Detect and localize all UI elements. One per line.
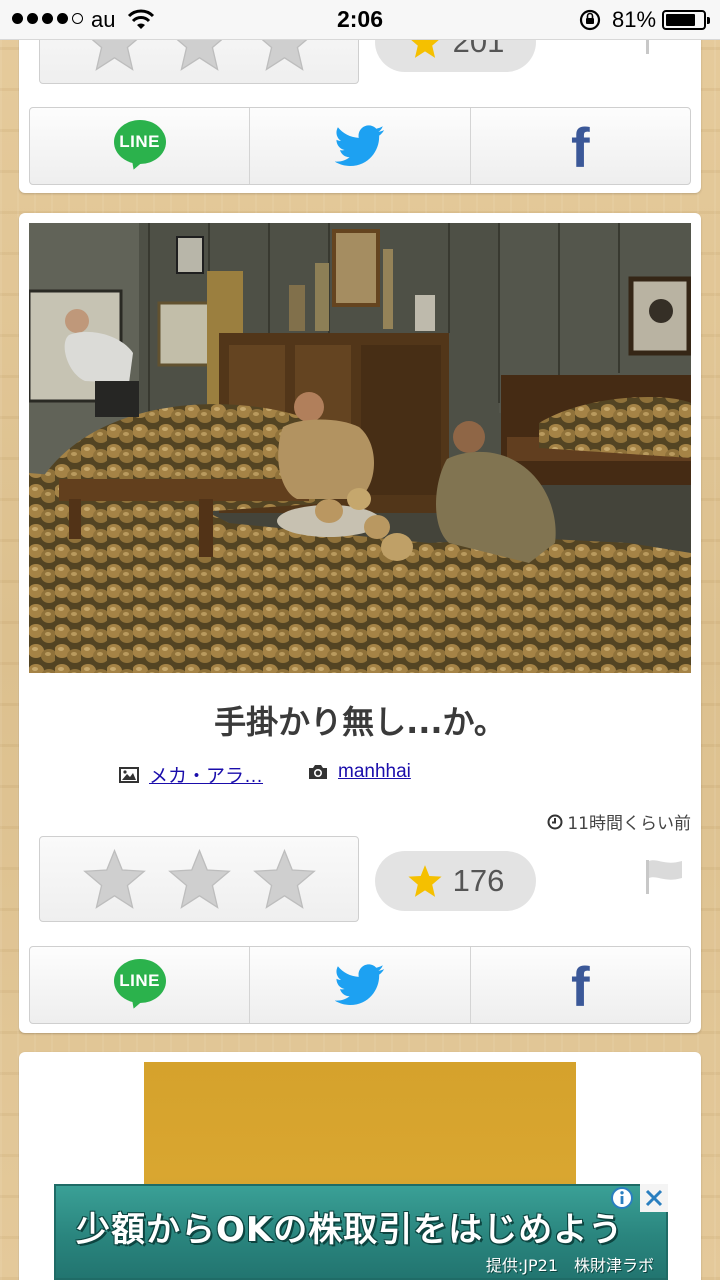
ad-headline: 少額からOKの株取引をはじめよう — [76, 1210, 624, 1250]
facebook-icon: f — [570, 116, 590, 179]
star-icon — [408, 865, 442, 897]
line-share-button[interactable]: LINE — [30, 947, 251, 1023]
like-count-pill[interactable]: 176 — [375, 851, 536, 911]
share-buttons: LINE f — [29, 946, 691, 1024]
ad-banner[interactable]: 少額からOKの株取引をはじめよう 提供:JP21 株財津ラボ — [54, 1184, 668, 1280]
twitter-share-button[interactable] — [250, 947, 471, 1023]
twitter-bird-icon — [334, 125, 385, 166]
post-photo[interactable] — [29, 223, 691, 673]
photographer-link-row[interactable]: manhhai — [308, 761, 411, 783]
ad-close-button[interactable] — [640, 1184, 668, 1212]
facebook-icon: f — [570, 955, 590, 1018]
photographer-link[interactable]: manhhai — [338, 761, 411, 783]
clock-icon — [547, 814, 563, 829]
like-count: 176 — [452, 863, 505, 898]
close-icon — [645, 1189, 663, 1207]
facebook-share-button[interactable]: f — [471, 108, 690, 184]
line-icon: LINE — [113, 120, 166, 173]
camera-icon — [309, 765, 327, 779]
post-timestamp: 11時間くらい前 — [547, 809, 691, 834]
ad-sponsor: 提供:JP21 株財津ラボ — [485, 1256, 654, 1275]
facebook-share-button[interactable]: f — [471, 947, 690, 1023]
battery-percentage: 81% — [612, 7, 657, 32]
star-rating-box[interactable] — [39, 836, 359, 922]
star-icon[interactable] — [82, 848, 147, 910]
star-icon[interactable] — [252, 848, 317, 910]
flag-icon[interactable] — [644, 858, 684, 894]
line-share-button[interactable]: LINE — [30, 108, 251, 184]
info-icon[interactable] — [610, 1186, 634, 1210]
time-ago-text: 11時間くらい前 — [567, 814, 691, 834]
image-icon — [119, 766, 139, 783]
battery-icon — [662, 10, 710, 30]
source-link-row[interactable]: メカ・アラ… — [119, 761, 263, 788]
line-icon: LINE — [113, 959, 166, 1012]
post-card: 手掛かり無し...か。 メカ・アラ… manhhai 11時間くらい前 176 — [19, 213, 701, 1033]
star-icon[interactable] — [167, 848, 232, 910]
source-link[interactable]: メカ・アラ… — [149, 761, 263, 788]
share-buttons: LINE f — [29, 107, 691, 185]
twitter-share-button[interactable] — [250, 108, 471, 184]
rotation-lock-icon — [579, 9, 601, 31]
status-bar: au 2:06 81% — [0, 0, 720, 40]
twitter-bird-icon — [334, 964, 385, 1005]
photo-onions-room — [29, 223, 691, 673]
post-title: 手掛かり無し...か。 — [214, 703, 506, 741]
